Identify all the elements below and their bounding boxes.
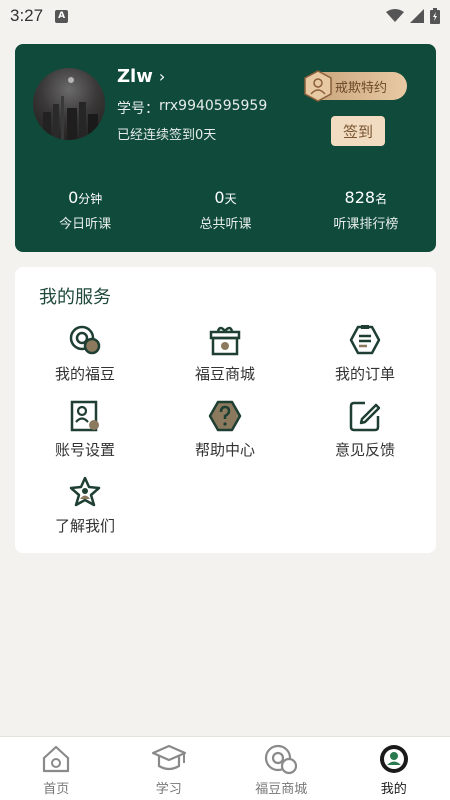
- account-settings-icon: [70, 400, 99, 432]
- username-link[interactable]: Zlw ›: [117, 66, 165, 87]
- beans-icon: [69, 325, 101, 355]
- order-icon: [349, 325, 381, 355]
- stats-row: 0分钟 今日听课 0天 总共听课 828名 听课排行榜: [15, 188, 436, 232]
- profile-icon: [379, 745, 408, 773]
- beans-icon: [265, 744, 298, 775]
- stat-unit: 分钟: [78, 192, 103, 206]
- bottom-nav: 首页 学习 福豆商城 我的: [0, 736, 450, 800]
- service-my-orders[interactable]: 我的订单: [295, 323, 435, 391]
- vip-badge-label: 戒欺特约: [335, 80, 388, 96]
- gift-box-icon: [209, 326, 241, 356]
- service-feedback[interactable]: 意见反馈: [295, 399, 435, 467]
- stat-today-minutes[interactable]: 0分钟 今日听课: [15, 188, 155, 232]
- feedback-icon: [349, 401, 381, 432]
- nav-label: 学习: [155, 782, 182, 797]
- stat-label: 今日听课: [59, 217, 112, 232]
- avatar[interactable]: [33, 68, 105, 140]
- nav-item-beans-mall[interactable]: 福豆商城: [225, 737, 338, 800]
- about-us-icon: [69, 476, 101, 507]
- service-about-us[interactable]: 了解我们: [15, 475, 155, 543]
- service-label: 意见反馈: [334, 441, 395, 459]
- service-help-center[interactable]: 帮助中心: [155, 399, 295, 467]
- graduation-cap-icon: [151, 744, 186, 771]
- nav-label: 首页: [43, 782, 70, 797]
- stat-label: 总共听课: [199, 217, 252, 232]
- service-label: 我的订单: [334, 365, 395, 383]
- chevron-right-icon: ›: [158, 67, 166, 86]
- stat-total-days[interactable]: 0天 总共听课: [155, 188, 295, 232]
- stat-unit: 名: [375, 192, 388, 206]
- nav-label: 我的: [380, 782, 407, 797]
- stat-label: 听课排行榜: [333, 217, 399, 232]
- service-label: 帮助中心: [194, 441, 255, 459]
- service-label: 了解我们: [54, 517, 115, 535]
- wifi-icon: [386, 9, 404, 22]
- vip-badge[interactable]: 戒欺特约: [304, 70, 407, 102]
- signin-button[interactable]: 签到: [331, 116, 385, 146]
- nav-item-study[interactable]: 学习: [113, 737, 226, 800]
- nav-item-mine[interactable]: 我的: [338, 737, 450, 800]
- status-bar: 3:27 A: [0, 0, 450, 32]
- service-beans-mall[interactable]: 福豆商城: [155, 323, 295, 391]
- help-icon: [208, 400, 242, 432]
- stat-unit: 天: [224, 192, 237, 206]
- stat-ranking[interactable]: 828名 听课排行榜: [296, 188, 436, 232]
- service-label: 我的福豆: [54, 365, 115, 383]
- battery-icon: [430, 8, 440, 24]
- stat-value: 0: [214, 188, 225, 207]
- checkin-streak-text: 已经连续签到0天: [117, 128, 217, 143]
- status-time: 3:27: [10, 6, 44, 25]
- student-id-row: 学号： rrx9940595959: [117, 98, 267, 118]
- service-my-beans[interactable]: 我的福豆: [15, 323, 155, 391]
- vip-badge-icon: [304, 70, 332, 102]
- nav-item-home[interactable]: 首页: [0, 737, 113, 800]
- service-label: 账号设置: [54, 441, 115, 459]
- home-icon: [43, 745, 70, 773]
- stat-value: 0: [68, 188, 79, 207]
- student-id-value: rrx9940595959: [159, 98, 268, 114]
- avatar-image: [43, 77, 98, 140]
- service-label: 福豆商城: [194, 365, 255, 383]
- services-title: 我的服务: [39, 287, 111, 308]
- nav-label: 福豆商城: [255, 782, 308, 797]
- profile-card: Zlw › 学号： rrx9940595959 已经连续签到0天 戒欺特约 签到…: [15, 44, 436, 252]
- username: Zlw: [117, 66, 153, 87]
- services-card: 我的服务 我的福豆 福豆商城 我的订单 账号设置 帮助中心 意见反馈 了解我们: [15, 267, 436, 553]
- student-id-label: 学号：: [117, 101, 159, 117]
- stat-value: 828: [344, 188, 376, 207]
- service-account-settings[interactable]: 账号设置: [15, 399, 155, 467]
- notification-icon: A: [55, 9, 69, 23]
- signal-icon: [410, 9, 424, 23]
